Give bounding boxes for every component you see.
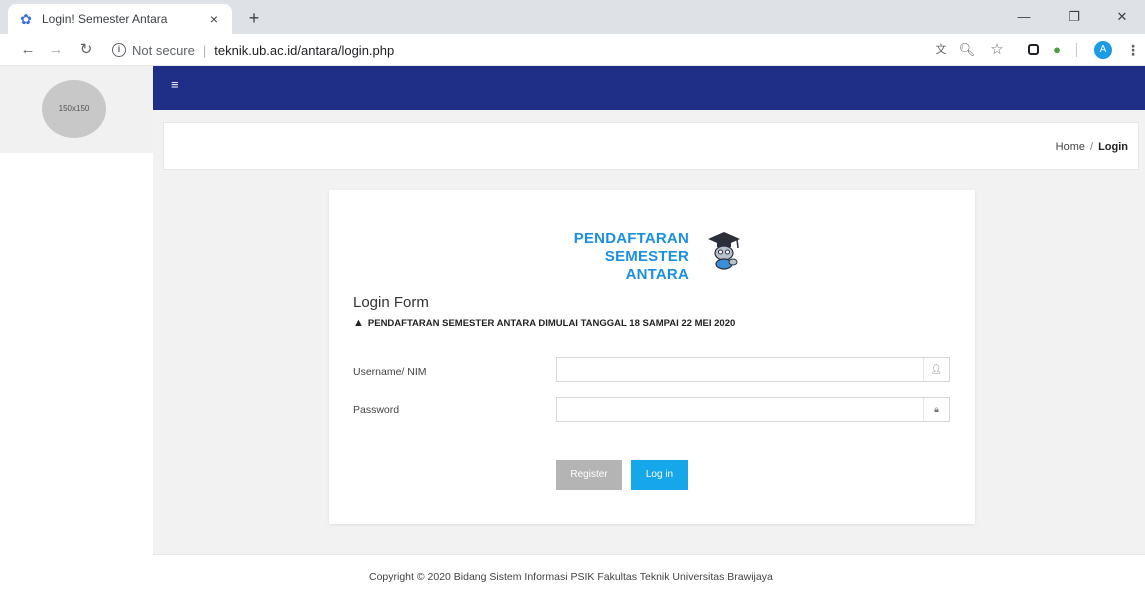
page-footer: Copyright © 2020 Bidang Sistem Informasi…	[153, 554, 1145, 594]
forward-arrow-icon[interactable]: →	[46, 40, 66, 60]
breadcrumb-separator: /	[1090, 141, 1094, 153]
tab-title: Login! Semester Antara	[42, 12, 168, 26]
registration-notice: ▲ PENDAFTARAN SEMESTER ANTARA DIMULAI TA…	[353, 317, 735, 329]
profile-avatar[interactable]: A	[1094, 41, 1112, 59]
login-card: PENDAFTARAN SEMESTER ANTARA Login Form ▲…	[329, 190, 975, 524]
user-icon: 👤︎	[923, 358, 949, 381]
lock-icon: 🔒︎	[923, 398, 949, 421]
user-avatar-placeholder: 150x150	[42, 80, 106, 138]
close-window-icon[interactable]: ✕	[1106, 6, 1138, 28]
bookmark-star-icon[interactable]: ☆	[988, 41, 1006, 59]
register-button[interactable]: Register	[556, 460, 622, 490]
username-input[interactable]	[557, 358, 921, 381]
favicon-icon: ✿	[20, 11, 32, 27]
notice-text: PENDAFTARAN SEMESTER ANTARA DIMULAI TANG…	[367, 317, 736, 329]
omnibox-separator: |	[202, 42, 207, 58]
breadcrumb-current: Login	[1098, 141, 1128, 153]
password-label: Password	[353, 404, 400, 416]
info-icon[interactable]: i	[112, 43, 126, 57]
translate-icon[interactable]: 文	[932, 41, 950, 59]
back-arrow-icon[interactable]: ←	[18, 40, 38, 60]
main-content: ≡ Home / Login PENDAFTARAN SEMESTER ANTARA	[153, 66, 1145, 594]
restore-icon[interactable]: ❐	[1058, 6, 1090, 28]
reload-icon[interactable]: ↻	[76, 40, 96, 60]
breadcrumb-bar: Home / Login	[163, 122, 1139, 170]
copyright-text: Copyright © 2020 Bidang Sistem Informasi…	[369, 571, 773, 583]
zoom-icon[interactable]: 🔍︎	[958, 41, 976, 59]
extension-icon[interactable]	[1024, 41, 1042, 59]
pendaftaran-logo: PENDAFTARAN SEMESTER ANTARA	[543, 228, 743, 283]
tab-close-icon[interactable]: ×	[206, 11, 222, 27]
logo-text: PENDAFTARAN SEMESTER ANTARA	[543, 230, 689, 284]
breadcrumb-home[interactable]: Home	[1056, 141, 1085, 153]
username-field-group: 👤︎	[556, 357, 950, 382]
top-navbar: ≡	[153, 66, 1145, 110]
login-button[interactable]: Log in	[631, 460, 688, 490]
browser-toolbar: ← → ↻ i Not secure | teknik.ub.ac.id/ant…	[0, 34, 1145, 66]
address-bar[interactable]: i Not secure | teknik.ub.ac.id/antara/lo…	[104, 37, 924, 63]
toolbar-divider	[1076, 43, 1077, 57]
password-input[interactable]	[557, 398, 921, 421]
warning-icon: ▲	[353, 317, 364, 329]
graduation-mascot-icon	[708, 232, 740, 270]
logo-line-2: SEMESTER ANTARA	[604, 248, 689, 283]
login-form-title: Login Form	[353, 294, 429, 311]
browser-tab[interactable]: ✿ Login! Semester Antara ×	[8, 4, 232, 34]
password-field-group: 🔒︎	[556, 397, 950, 422]
browser-tabstrip: ✿ Login! Semester Antara × + — ❐ ✕	[0, 0, 1145, 34]
not-secure-label: Not secure	[132, 42, 195, 58]
minimize-icon[interactable]: —	[1008, 6, 1040, 28]
url-text[interactable]: teknik.ub.ac.id/antara/login.php	[214, 43, 394, 58]
new-tab-icon[interactable]: +	[244, 8, 264, 28]
sidebar: 150x150	[0, 66, 153, 153]
username-label: Username/ NIM	[353, 366, 427, 378]
hamburger-menu-icon[interactable]: ≡	[171, 78, 181, 91]
breadcrumb: Home / Login	[1056, 141, 1128, 153]
extension-globe-icon[interactable]: ●	[1048, 41, 1066, 59]
logo-line-1: PENDAFTARAN	[573, 230, 689, 247]
kebab-menu-icon[interactable]: ⋮	[1124, 41, 1142, 59]
